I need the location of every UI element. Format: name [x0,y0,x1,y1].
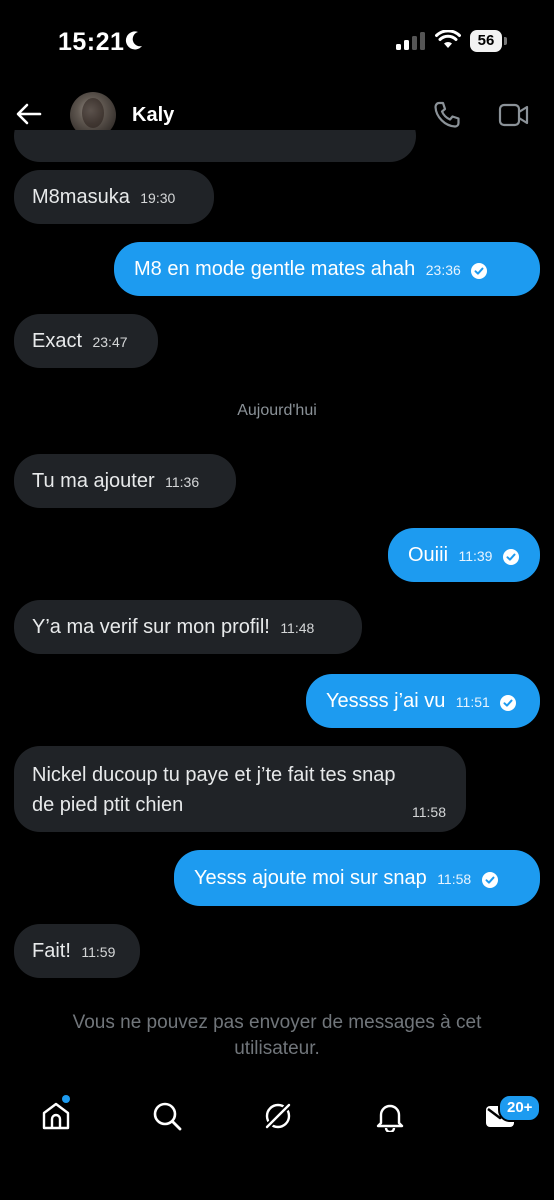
message-text: M8 en mode gentle mates ahah [134,258,416,280]
chat-thread[interactable]: M8masuka 19:30 M8 en mode gentle mates a… [0,130,554,1100]
status-time: 15:21 [58,28,125,56]
message-text: Y’a ma verif sur mon profil! [32,616,270,638]
message-text: Tu ma ajouter [32,470,155,492]
message-bubble-partial [14,130,416,162]
read-check-icon [500,694,517,711]
notifications-bell-icon[interactable] [374,1100,406,1132]
battery-level: 56 [470,30,502,52]
video-call-icon[interactable] [498,102,530,128]
message-text: Ouiii [408,544,449,566]
message-bubble[interactable]: Y’a ma verif sur mon profil! 11:48 [14,600,362,654]
message-bubble[interactable]: Fait! 11:59 [14,924,140,978]
message-time: 11:58 [437,871,472,887]
message-time: 11:58 [412,804,446,820]
bottom-tab-bar [0,1080,554,1200]
message-time: 23:47 [92,334,128,350]
status-bar: 15:21 56 [0,0,554,84]
read-check-icon [502,548,519,565]
message-bubble[interactable]: M8 en mode gentle mates ahah 23:36 [114,242,540,296]
signal-icon [396,32,425,50]
home-notification-dot [62,1095,70,1103]
moon-icon [125,31,142,50]
message-text: Exact [32,330,83,352]
grok-icon[interactable] [262,1100,294,1132]
message-text-line: Nickel ducoup tu paye et j’te fait tes s… [32,764,396,786]
message-time: 11:51 [455,694,490,710]
message-bubble[interactable]: Exact 23:47 [14,314,158,368]
message-text: Fait! [32,940,71,962]
message-text: Yessss j’ai vu [326,690,446,712]
message-time: 19:30 [140,190,176,206]
wifi-icon [435,30,461,48]
message-bubble[interactable]: Nickel ducoup tu paye et j’te fait tes s… [14,746,466,832]
message-time: 11:39 [458,548,493,564]
message-text-line: de pied ptit chien [32,794,184,816]
date-separator: Aujourd'hui [237,402,317,419]
read-check-icon [471,262,488,279]
messages-badge: 20+ [498,1094,542,1122]
message-text: M8masuka [32,186,130,208]
back-arrow-icon[interactable] [16,102,42,126]
message-bubble[interactable]: Yesss ajoute moi sur snap 11:58 [174,850,540,906]
message-time: 23:36 [425,262,461,278]
message-time: 11:36 [165,474,200,490]
contact-name[interactable]: Kaly [132,104,174,127]
message-bubble[interactable]: M8masuka 19:30 [14,170,214,224]
message-time: 11:59 [81,944,116,960]
cannot-message-notice: Vous ne pouvez pas envoyer de messages à… [72,1012,482,1059]
message-bubble[interactable]: Yessss j’ai vu 11:51 [306,674,540,728]
read-check-icon [481,871,498,888]
phone-icon[interactable] [432,100,462,130]
battery-icon: 56 [470,30,507,52]
message-bubble[interactable]: Ouiii 11:39 [388,528,540,582]
message-time: 11:48 [280,620,315,636]
message-bubble[interactable]: Tu ma ajouter 11:36 [14,454,236,508]
message-text: Yesss ajoute moi sur snap [194,867,427,889]
home-icon[interactable] [40,1100,72,1132]
search-icon[interactable] [151,1100,183,1132]
